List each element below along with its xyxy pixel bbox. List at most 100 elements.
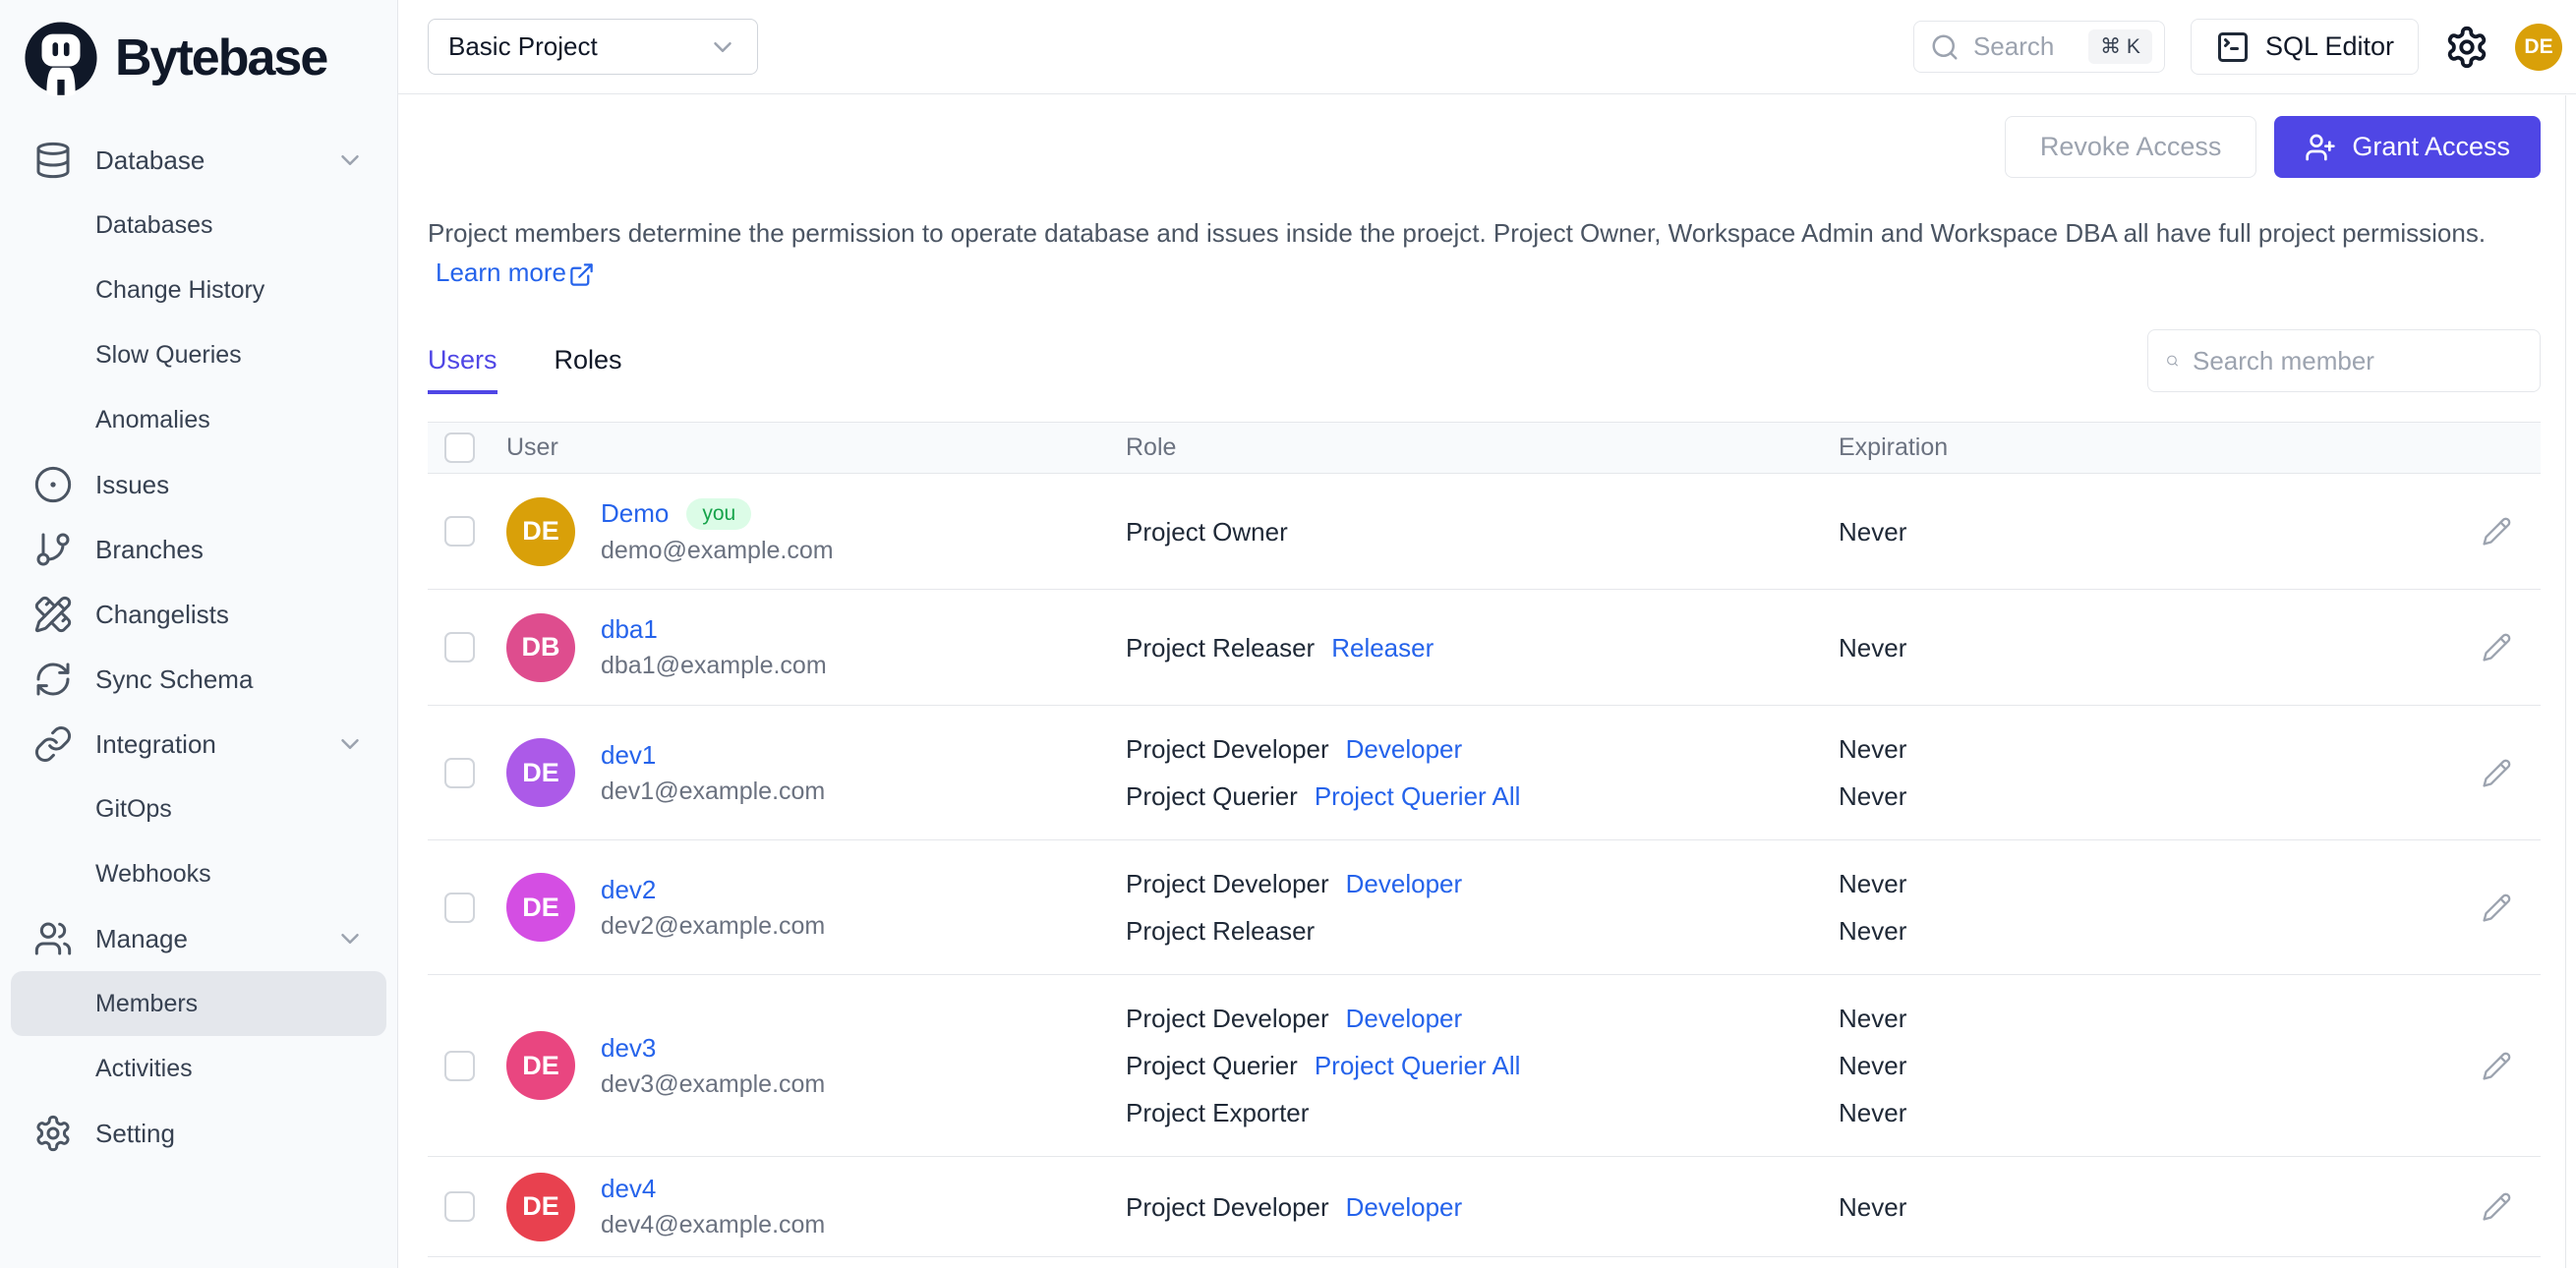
tab-users[interactable]: Users xyxy=(428,345,498,394)
edit-member-button[interactable] xyxy=(2482,516,2512,547)
grant-access-label: Grant Access xyxy=(2352,132,2510,161)
search-icon xyxy=(2167,355,2178,367)
role-condition-link[interactable]: Developer xyxy=(1346,860,1463,907)
member-name-link[interactable]: dev4 xyxy=(601,1174,656,1204)
tab-roles[interactable]: Roles xyxy=(555,345,622,394)
role-cell: Project Developer Developer Project Querie… xyxy=(1126,995,1839,1136)
sidebar-item-integration[interactable]: Integration xyxy=(11,712,386,777)
sidebar-item-anomalies[interactable]: Anomalies xyxy=(11,387,386,452)
role-cell: Project Owner xyxy=(1126,508,1839,555)
external-link-icon xyxy=(570,262,593,286)
sidebar-item-label: Sync Schema xyxy=(95,663,254,694)
column-header-role: Role xyxy=(1126,433,1177,461)
role-condition-link[interactable]: Releaser xyxy=(1331,624,1434,671)
you-badge: you xyxy=(686,497,752,530)
chevron-down-icon xyxy=(335,729,365,759)
role-condition-link[interactable]: Project Querier All xyxy=(1315,1042,1521,1089)
member-name-link[interactable]: dba1 xyxy=(601,614,658,645)
revoke-access-button[interactable]: Revoke Access xyxy=(2004,116,2257,178)
pencil-icon xyxy=(2482,517,2510,546)
topbar-right: Search ⌘ K SQL Editor DE xyxy=(1912,19,2562,75)
member-search-input[interactable] xyxy=(2193,345,2522,376)
grant-access-button[interactable]: Grant Access xyxy=(2274,116,2541,178)
sidebar-item-label: Manage xyxy=(95,923,188,953)
role-condition-link[interactable]: Project Querier All xyxy=(1315,773,1521,820)
edit-member-button[interactable] xyxy=(2482,632,2512,663)
role-line: Project Querier Project Querier All xyxy=(1126,773,1839,820)
sidebar-item-members[interactable]: Members xyxy=(11,971,386,1036)
user-cell: DB dba1 dba1@example.com xyxy=(506,612,1126,682)
sidebar-item-change-history[interactable]: Change History xyxy=(11,258,386,322)
role-condition-link[interactable]: Developer xyxy=(1346,725,1463,773)
role-name: Project Developer xyxy=(1126,1191,1329,1222)
member-name-link[interactable]: dev2 xyxy=(601,875,656,905)
member-email: dev3@example.com xyxy=(601,1069,826,1098)
page-actions: Revoke Access Grant Access xyxy=(428,116,2541,178)
sidebar-item-changelists[interactable]: Changelists xyxy=(11,582,386,647)
sidebar-item-label: Change History xyxy=(95,275,265,304)
member-email: dev1@example.com xyxy=(601,777,826,805)
pencil-ruler-icon xyxy=(32,595,74,634)
member-email: dev2@example.com xyxy=(601,911,826,940)
project-selector[interactable]: Basic Project xyxy=(428,19,758,75)
role-name: Project Exporter xyxy=(1126,1098,1310,1127)
row-checkbox[interactable] xyxy=(444,516,475,547)
user-avatar[interactable]: DE xyxy=(2515,23,2562,71)
sidebar-item-label: Issues xyxy=(95,469,170,499)
search-icon xyxy=(1932,34,1958,59)
user-plus-icon xyxy=(2306,134,2336,160)
database-icon xyxy=(32,141,74,180)
edit-member-button[interactable] xyxy=(2482,1051,2512,1081)
expiration-value: Never xyxy=(1839,1051,1907,1080)
expiration-cell: Never Never xyxy=(1839,725,2452,820)
sidebar-item-branches[interactable]: Branches xyxy=(11,517,386,582)
member-name-link[interactable]: Demo xyxy=(601,498,669,529)
sidebar-item-setting[interactable]: Setting xyxy=(11,1101,386,1166)
sidebar-item-webhooks[interactable]: Webhooks xyxy=(11,841,386,906)
sidebar: Bytebase Database Databases Change Histo… xyxy=(0,0,398,1268)
row-checkbox[interactable] xyxy=(444,632,475,663)
pencil-icon xyxy=(2482,1052,2510,1080)
row-checkbox[interactable] xyxy=(444,757,475,788)
member-name-link[interactable]: dev1 xyxy=(601,740,656,771)
member-name-link[interactable]: dev3 xyxy=(601,1033,656,1064)
global-search-button[interactable]: Search ⌘ K xyxy=(1912,21,2165,73)
avatar: DE xyxy=(506,738,575,807)
pencil-icon xyxy=(2482,759,2510,787)
expiration-value: Never xyxy=(1839,1004,1907,1033)
sidebar-item-database[interactable]: Database xyxy=(11,128,386,193)
members-table: User Role Expiration DE Demo you demo@ex… xyxy=(428,422,2541,1257)
sidebar-item-activities[interactable]: Activities xyxy=(11,1036,386,1101)
edit-member-button[interactable] xyxy=(2482,758,2512,788)
chevron-down-icon xyxy=(335,145,365,175)
sidebar-item-label: Activities xyxy=(95,1054,193,1082)
row-checkbox[interactable] xyxy=(444,1191,475,1222)
expiration-value: Never xyxy=(1839,1191,1907,1222)
row-checkbox[interactable] xyxy=(444,892,475,923)
sidebar-item-manage[interactable]: Manage xyxy=(11,906,386,971)
avatar: DE xyxy=(506,496,575,566)
table-row: DE dev3 dev3@example.com Project Develop… xyxy=(428,975,2541,1157)
edit-member-button[interactable] xyxy=(2482,1191,2512,1222)
role-condition-link[interactable]: Developer xyxy=(1346,995,1463,1042)
sql-editor-button[interactable]: SQL Editor xyxy=(2190,19,2419,75)
member-search-box xyxy=(2147,329,2541,392)
sidebar-item-sync-schema[interactable]: Sync Schema xyxy=(11,647,386,712)
sidebar-item-gitops[interactable]: GitOps xyxy=(11,777,386,841)
select-all-checkbox[interactable] xyxy=(444,432,475,463)
member-email: dev4@example.com xyxy=(601,1211,826,1239)
role-cell: Project Developer Developer xyxy=(1126,1183,1839,1231)
settings-gear-button[interactable] xyxy=(2444,25,2489,70)
role-condition-link[interactable]: Developer xyxy=(1346,1183,1463,1231)
edit-member-button[interactable] xyxy=(2482,893,2512,923)
learn-more-link[interactable]: Learn more xyxy=(436,253,595,292)
sidebar-item-issues[interactable]: Issues xyxy=(11,452,386,517)
sidebar-item-label: Branches xyxy=(95,534,204,564)
scrollbar-track[interactable] xyxy=(2565,95,2566,1268)
sidebar-item-databases[interactable]: Databases xyxy=(11,193,386,258)
sidebar-item-slow-queries[interactable]: Slow Queries xyxy=(11,322,386,387)
user-cell: DE dev1 dev1@example.com xyxy=(506,738,1126,807)
row-checkbox[interactable] xyxy=(444,1050,475,1081)
bytebase-logo[interactable]: Bytebase xyxy=(11,16,386,104)
git-branch-icon xyxy=(32,530,74,569)
